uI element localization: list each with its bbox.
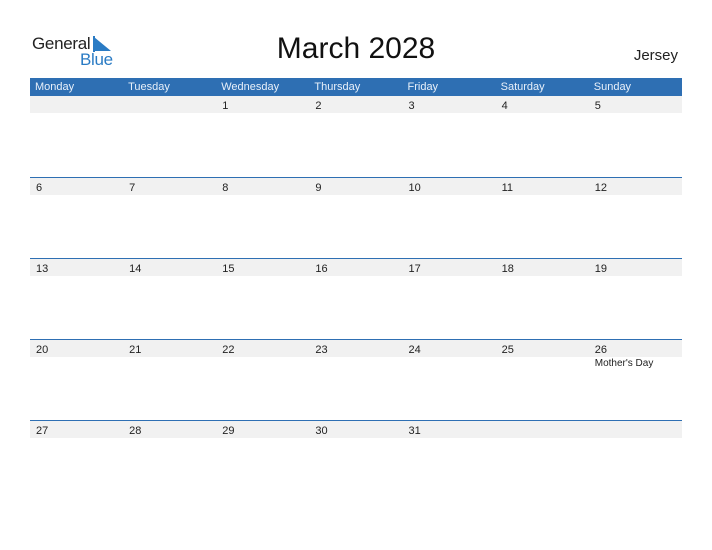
date-strip: 20 21 22 23 24 25 26 Mother's Day xyxy=(30,340,682,369)
day-number: 12 xyxy=(594,182,607,194)
day-cell: 29 xyxy=(216,421,309,438)
day-cell: 8 xyxy=(216,178,309,195)
day-number: 26 xyxy=(594,344,607,356)
week-row: 6 7 8 9 10 11 12 xyxy=(30,177,682,258)
day-number: 9 xyxy=(315,182,322,194)
weekday-header: Monday Tuesday Wednesday Thursday Friday… xyxy=(30,78,682,96)
day-cell: 14 xyxy=(123,259,216,276)
day-cell: 28 xyxy=(123,421,216,438)
day-cell: 10 xyxy=(403,178,496,195)
day-cell: 12 xyxy=(589,178,682,195)
day-cell: 20 xyxy=(30,340,123,357)
day-number: 21 xyxy=(129,344,142,356)
day-cell: 19 xyxy=(589,259,682,276)
day-number: 20 xyxy=(36,344,49,356)
day-number: 4 xyxy=(501,100,508,112)
weekday-wednesday: Wednesday xyxy=(221,81,280,93)
weekday-sunday: Sunday xyxy=(593,81,632,93)
day-cell: 2 xyxy=(309,96,402,113)
day-cell xyxy=(30,96,123,113)
day-number: 27 xyxy=(36,425,49,437)
day-cell: 4 xyxy=(496,96,589,113)
day-cell: 5 xyxy=(589,96,682,113)
day-cell: 21 xyxy=(123,340,216,357)
week-row: 20 21 22 23 24 25 26 Mother's Day xyxy=(30,339,682,420)
week-row: 13 14 15 16 17 18 19 xyxy=(30,258,682,339)
day-number: 22 xyxy=(222,344,235,356)
day-cell: 15 xyxy=(216,259,309,276)
day-number: 1 xyxy=(222,100,229,112)
day-cell: 26 Mother's Day xyxy=(589,340,682,369)
day-cell: 17 xyxy=(403,259,496,276)
day-number: 2 xyxy=(315,100,322,112)
day-number: 19 xyxy=(594,263,607,275)
day-number: 14 xyxy=(129,263,142,275)
day-number: 13 xyxy=(36,263,49,275)
day-cell: 7 xyxy=(123,178,216,195)
day-cell: 18 xyxy=(496,259,589,276)
weekday-friday: Friday xyxy=(407,81,439,93)
day-cell: 27 xyxy=(30,421,123,438)
day-cell xyxy=(123,96,216,113)
day-cell: 3 xyxy=(403,96,496,113)
day-cell: 31 xyxy=(403,421,496,438)
day-cell: 30 xyxy=(309,421,402,438)
week-row: 1 2 3 4 5 xyxy=(30,96,682,177)
day-cell: 9 xyxy=(309,178,402,195)
holiday-label: Mother's Day xyxy=(594,358,654,369)
day-number: 11 xyxy=(501,182,514,194)
day-cell: 1 xyxy=(216,96,309,113)
day-number: 23 xyxy=(315,344,328,356)
day-number: 30 xyxy=(315,425,328,437)
day-number: 6 xyxy=(36,182,43,194)
day-number: 3 xyxy=(408,100,415,112)
calendar-grid: Monday Tuesday Wednesday Thursday Friday… xyxy=(30,78,682,501)
date-strip: 1 2 3 4 5 xyxy=(30,96,682,113)
weekday-monday: Monday xyxy=(35,81,75,93)
day-cell: 6 xyxy=(30,178,123,195)
day-number: 8 xyxy=(222,182,229,194)
day-cell: 16 xyxy=(309,259,402,276)
calendar-title: March 2028 xyxy=(276,32,436,65)
day-number: 5 xyxy=(594,100,601,112)
day-cell: 23 xyxy=(309,340,402,357)
date-strip: 27 28 29 30 31 xyxy=(30,421,682,438)
day-number: 29 xyxy=(222,425,235,437)
day-cell: 13 xyxy=(30,259,123,276)
date-strip: 6 7 8 9 10 11 12 xyxy=(30,178,682,195)
day-number: 7 xyxy=(129,182,136,194)
day-cell xyxy=(589,421,682,438)
day-number: 17 xyxy=(408,263,421,275)
day-number: 25 xyxy=(501,344,514,356)
day-cell xyxy=(496,421,589,438)
week-row: 27 28 29 30 31 xyxy=(30,420,682,501)
day-cell: 22 xyxy=(216,340,309,357)
weekday-tuesday: Tuesday xyxy=(128,81,170,93)
day-number: 24 xyxy=(408,344,421,356)
day-number: 15 xyxy=(222,263,235,275)
weeks-container: 1 2 3 4 5 6 7 8 9 10 11 12 13 14 15 16 17 18 19 20 21 22 23 24 2… xyxy=(30,96,682,501)
day-cell: 25 xyxy=(496,340,589,357)
day-number: 16 xyxy=(315,263,328,275)
country-label: Jersey xyxy=(633,47,678,64)
day-number: 10 xyxy=(408,182,421,194)
day-number: 31 xyxy=(408,425,421,437)
date-strip: 13 14 15 16 17 18 19 xyxy=(30,259,682,276)
day-number: 18 xyxy=(501,263,514,275)
day-cell: 11 xyxy=(496,178,589,195)
weekday-saturday: Saturday xyxy=(500,81,545,93)
day-number: 28 xyxy=(129,425,142,437)
day-cell: 24 xyxy=(403,340,496,357)
weekday-thursday: Thursday xyxy=(314,81,361,93)
